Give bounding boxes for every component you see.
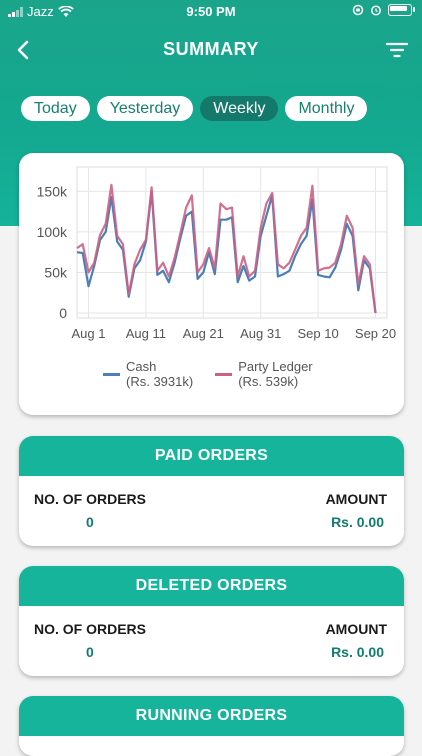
back-arrow-icon[interactable] <box>10 36 38 64</box>
page-title: SUMMARY <box>163 39 259 59</box>
paid-orders-count-label: NO. OF ORDERS <box>34 491 147 507</box>
paid-orders-amount: Rs. 0.00 <box>331 514 384 530</box>
legend-party-ledger: Party Ledger (Rs. 539k) <box>215 359 313 389</box>
deleted-orders-amount: Rs. 0.00 <box>331 644 384 660</box>
paid-orders-amount-label: AMOUNT <box>325 491 387 507</box>
running-orders-card: RUNNING ORDERS <box>19 696 404 756</box>
running-orders-title: RUNNING ORDERS <box>19 696 404 736</box>
sales-chart-card: 0 50k 100k 150k Aug 1 Aug 11 Aug 21 Aug 31 Sep 1… <box>19 153 404 415</box>
paid-orders-title: PAID ORDERS <box>19 436 404 476</box>
deleted-orders-amount-label: AMOUNT <box>325 621 387 637</box>
deleted-orders-count-label: NO. OF ORDERS <box>34 621 147 637</box>
y-tick-label: 150k <box>37 183 68 199</box>
legend-party-ledger-total: (Rs. 539k) <box>238 374 299 389</box>
alarm-icon <box>371 5 381 16</box>
status-bar: Jazz 9:50 PM <box>0 0 422 24</box>
deleted-orders-card: DELETED ORDERS NO. OF ORDERS AMOUNT 0 Rs… <box>19 566 404 676</box>
x-tick-label: Sep 10 <box>298 326 339 341</box>
x-tick-label: Aug 1 <box>71 326 105 341</box>
tab-yesterday[interactable]: Yesterday <box>96 96 194 121</box>
deleted-orders-title: DELETED ORDERS <box>19 566 404 606</box>
tab-monthly[interactable]: Monthly <box>285 96 368 121</box>
x-tick-label: Aug 11 <box>126 326 166 341</box>
sales-line-chart: 0 50k 100k 150k Aug 1 Aug 11 Aug 21 Aug 31 Sep 1… <box>37 166 396 341</box>
tab-today[interactable]: Today <box>21 96 90 121</box>
legend-party-ledger-swatch <box>215 373 233 376</box>
legend-cash: Cash (Rs. 3931k) <box>103 359 193 389</box>
x-tick-label: Sep 20 <box>355 326 396 341</box>
chart-legend: Cash (Rs. 3931k) Party Ledger (Rs. 539k) <box>103 359 313 389</box>
y-tick-label: 0 <box>59 305 67 321</box>
x-tick-label: Aug 31 <box>240 326 281 341</box>
battery-icon <box>388 4 415 16</box>
period-tabs: Today Yesterday Weekly Monthly <box>21 96 368 121</box>
legend-cash-total: (Rs. 3931k) <box>126 374 194 389</box>
paid-orders-count: 0 <box>86 514 94 530</box>
x-tick-label: Aug 21 <box>183 326 224 341</box>
y-tick-label: 50k <box>44 264 68 280</box>
paid-orders-card: PAID ORDERS NO. OF ORDERS AMOUNT 0 Rs. 0… <box>19 436 404 546</box>
deleted-orders-count: 0 <box>86 644 94 660</box>
legend-cash-swatch <box>103 373 120 376</box>
orientation-lock-icon <box>352 4 364 16</box>
legend-cash-label: Cash <box>126 359 157 374</box>
filter-icon[interactable] <box>384 38 410 62</box>
y-tick-label: 100k <box>37 224 68 240</box>
nav-bar: SUMMARY <box>0 30 422 70</box>
legend-party-ledger-label: Party Ledger <box>238 359 313 374</box>
tab-weekly[interactable]: Weekly <box>200 96 279 121</box>
